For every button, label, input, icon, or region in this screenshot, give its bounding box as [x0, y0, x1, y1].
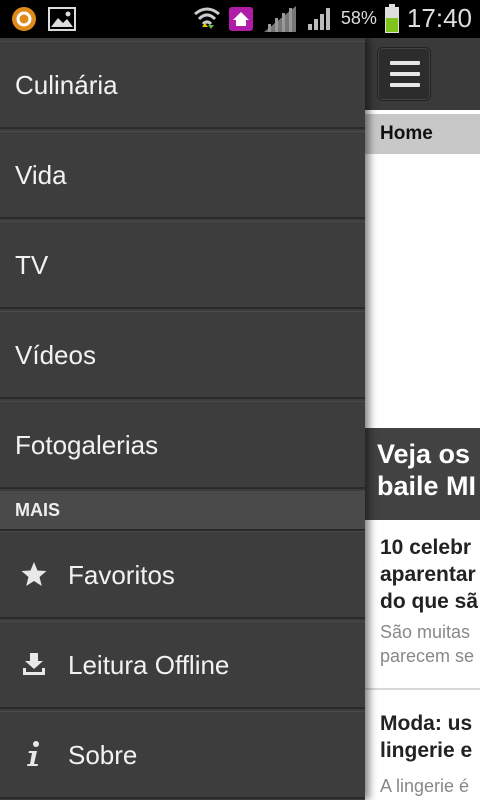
article-summary-line1: A lingerie é	[380, 776, 470, 796]
drawer-item-label: Favoritos	[68, 560, 175, 590]
drawer-item-label: Fotogalerias	[15, 430, 159, 460]
drawer-item-fotogalerias[interactable]: Fotogalerias	[0, 401, 365, 489]
hero-image[interactable]	[365, 154, 480, 428]
hero-title-line2: baile MI	[377, 471, 477, 501]
drawer-item-videos[interactable]: Vídeos	[0, 311, 365, 399]
main-content: Home Veja os baile MI 10 celebr aparenta…	[365, 38, 480, 800]
article-title-line3: do que sã	[380, 590, 479, 613]
drawer-item-label: TV	[15, 250, 49, 280]
drawer-item-sobre[interactable]: Sobre	[0, 711, 365, 799]
drawer-item-culinaria[interactable]: Culinária	[0, 41, 365, 129]
drawer-item-favoritos[interactable]: Favoritos	[0, 531, 365, 619]
signal-icon	[261, 5, 299, 33]
navigation-drawer: Culinária Vida TV Vídeos Fotogalerias MA…	[0, 38, 365, 800]
status-bar: 58% 17:40	[0, 0, 480, 38]
breadcrumb-home[interactable]: Home	[380, 123, 433, 145]
ring-notification-icon	[10, 5, 38, 33]
article-summary-line2: parecem se	[380, 646, 475, 666]
hero-title-line1: Veja os	[377, 439, 471, 469]
download-icon	[20, 650, 48, 678]
section-header-mais: MAIS	[0, 491, 365, 531]
section-header-label: MAIS	[15, 500, 60, 520]
info-icon	[20, 740, 48, 768]
drawer-item-label: Vida	[15, 160, 67, 190]
drawer-item-label: Vídeos	[15, 340, 96, 370]
wifi-icon	[193, 5, 221, 33]
article-title-line1: Moda: us	[380, 712, 473, 735]
drawer-item-tv[interactable]: TV	[0, 221, 365, 309]
image-notification-icon	[48, 5, 76, 33]
drawer-item-vida[interactable]: Vida	[0, 131, 365, 219]
battery-percent: 58%	[340, 8, 377, 28]
signal-icon-2	[305, 5, 335, 33]
list-item[interactable]: 10 celebr aparentar do que sã São muitas…	[365, 520, 480, 690]
clock: 17:40	[406, 3, 472, 33]
breadcrumb[interactable]: Home	[365, 114, 480, 154]
drawer-item-leitura-offline[interactable]: Leitura Offline	[0, 621, 365, 709]
article-title-line2: aparentar	[380, 563, 476, 586]
drawer-item-label: Culinária	[15, 70, 118, 100]
article-title-line1: 10 celebr	[380, 536, 472, 559]
article-title-line2: lingerie e	[380, 739, 473, 762]
menu-button[interactable]	[377, 47, 431, 101]
drawer-item-label: Sobre	[68, 740, 138, 770]
battery-icon	[383, 3, 401, 33]
article-summary-line1: São muitas	[380, 622, 471, 642]
app-bar	[365, 38, 480, 110]
star-icon	[20, 560, 48, 588]
drawer-item-label: Leitura Offline	[68, 650, 230, 680]
hero-title[interactable]: Veja os baile MI	[365, 428, 480, 520]
list-item[interactable]: Moda: us lingerie e A lingerie é	[365, 690, 480, 800]
home-app-icon	[227, 5, 255, 33]
